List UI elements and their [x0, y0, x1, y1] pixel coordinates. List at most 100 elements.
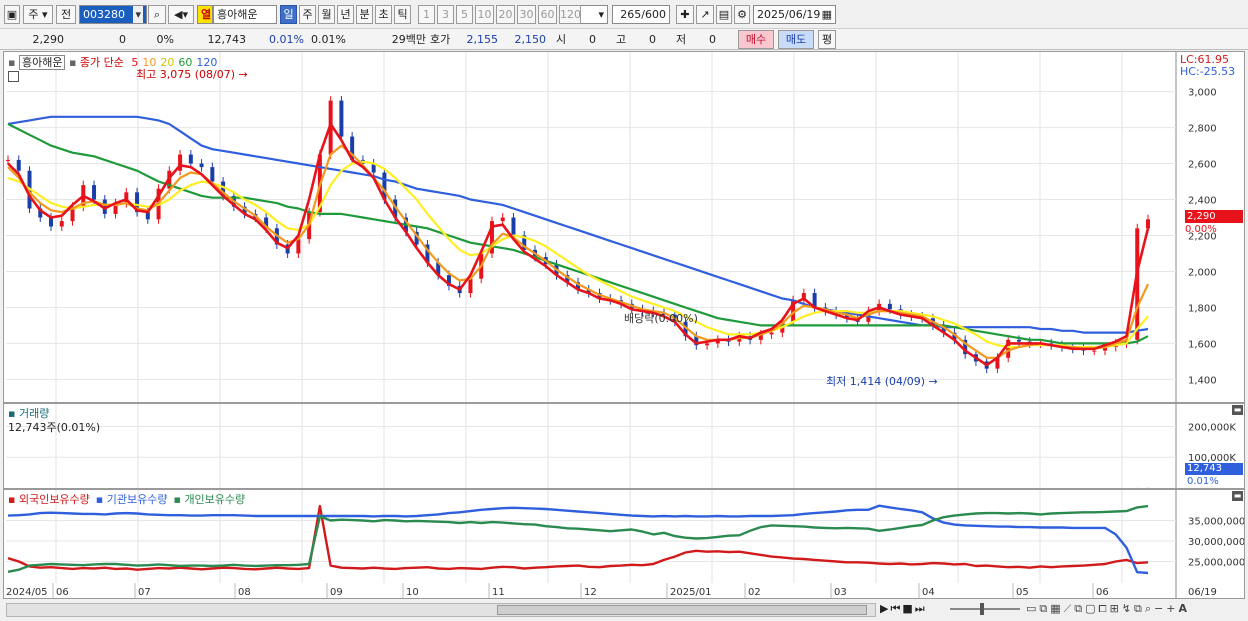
line-icon[interactable]: ⟋ — [1064, 602, 1075, 615]
x-tick-label: 09 — [330, 587, 343, 598]
volume-readout: 12,743주(0.01%) — [8, 421, 101, 434]
interval-button[interactable]: 1 — [418, 5, 435, 24]
draw-tool-icon[interactable]: ↗ — [696, 5, 714, 24]
candle-body — [6, 159, 10, 161]
candle-body — [188, 154, 193, 164]
buy-button[interactable]: 매수 — [738, 30, 774, 49]
rewind-icon[interactable]: ⏮ — [890, 602, 902, 615]
ma-legend-prefix: 종가 단순 — [79, 56, 124, 69]
volume-tag: 12,743 — [1185, 463, 1243, 475]
group-tag[interactable]: 열 — [197, 5, 213, 24]
x-tick-label: 10 — [406, 587, 419, 598]
holdings-legend-item[interactable]: ▪ 기관보유수량 — [96, 493, 168, 506]
bottom-nav-bar: ▶⏮■⏭ ▭⧉▦⟋⧉▢⧠⊞↯⧉⌕−+A — [0, 600, 1248, 621]
price-change-pct: 0% — [156, 33, 174, 46]
price-tick-label: 2,600 — [1188, 160, 1217, 171]
period-button[interactable]: 년 — [337, 5, 354, 24]
vertical-gridlines — [55, 404, 1123, 488]
text-icon[interactable]: A — [1178, 602, 1190, 615]
high-label: 고 — [616, 33, 627, 46]
x-tick-label: 06/19 — [1188, 587, 1217, 598]
trade-amount: 29백만 — [391, 33, 426, 46]
average-button[interactable]: 평 — [818, 30, 836, 49]
scrollbar-thumb[interactable] — [497, 605, 867, 615]
open-value: 0 — [589, 33, 596, 46]
candle-body — [59, 221, 64, 227]
copy-icon[interactable]: ⧉ — [1039, 602, 1050, 615]
date-input[interactable]: 2025/06/19 ▦ — [753, 5, 836, 24]
quote-bar: 2,290 0 0% 12,743 0.01% 0.01% 29백만 호가 2,… — [0, 29, 1248, 50]
window-icon[interactable]: ▣ — [4, 5, 20, 24]
candle-body — [500, 217, 505, 222]
forward-icon[interactable]: ⏭ — [915, 602, 927, 615]
holdings-legend-item[interactable]: ▪ 외국인보유수량 — [8, 493, 90, 506]
window-icon[interactable]: ▢ — [1085, 602, 1098, 615]
x-tick-label: 12 — [584, 587, 597, 598]
candle-body — [339, 100, 344, 137]
price-chart-panel[interactable]: 3,000 2,800 2,600 2,400 2,200 2,000 1,800 1,600… — [3, 51, 1245, 403]
minimize-icon[interactable]: ▬ — [1232, 491, 1243, 501]
holdings-tick-label: 35,000,000 — [1188, 517, 1244, 528]
candle-body — [296, 239, 301, 254]
search-icon[interactable]: ⌕ — [148, 5, 166, 24]
candle-body — [210, 167, 215, 182]
scrollbar[interactable] — [6, 603, 876, 617]
volume-chart-panel[interactable]: 200,000K 100,000K ▪ 거래량 12,743주(0.01%) ▬ … — [3, 403, 1245, 489]
period-button[interactable]: 주 — [299, 5, 316, 24]
candle-body — [1016, 339, 1021, 342]
grid-icon[interactable]: ▦ — [1050, 602, 1063, 615]
zoom-slider[interactable] — [950, 603, 1020, 615]
save-icon[interactable]: ▤ — [716, 5, 732, 24]
split-icon[interactable]: ⧉ — [1134, 602, 1145, 615]
layout-icon[interactable]: ▭ — [1026, 602, 1039, 615]
open-label: 시 — [556, 33, 567, 46]
period-button[interactable]: 월 — [318, 5, 335, 24]
interval-button[interactable]: 3 — [437, 5, 454, 24]
zoom-icon[interactable]: ⌕ — [1145, 602, 1154, 615]
count-input[interactable]: 265/600 — [612, 5, 670, 24]
volume-value: 12,743 — [207, 33, 247, 46]
interval-button[interactable]: 20 — [496, 5, 515, 24]
minus-icon[interactable]: − — [1154, 602, 1166, 615]
interval-button[interactable]: 10 — [475, 5, 494, 24]
stop-icon[interactable]: ■ — [902, 602, 914, 615]
holdings-chart-panel[interactable]: 35,000,000 30,000,000 25,000,000 ▪ 외국인보유수량… — [3, 489, 1245, 584]
all-button[interactable]: 전 — [56, 5, 76, 24]
trend-icon[interactable]: ↯ — [1122, 602, 1134, 615]
holdings-tick-label: 30,000,000 — [1188, 537, 1244, 548]
candle-body — [16, 159, 21, 171]
price-tick-label: 2,800 — [1188, 124, 1217, 135]
market-select[interactable]: 주 ▾ — [23, 5, 53, 24]
candle-body — [769, 332, 774, 335]
chart-icon[interactable]: ⧠ — [1099, 602, 1110, 615]
period-button[interactable]: 분 — [356, 5, 373, 24]
play-icon[interactable]: ▶ — [880, 602, 890, 615]
holdings-legend-item[interactable]: ▪ 개인보유수량 — [173, 493, 245, 506]
period-button[interactable]: 일 — [280, 5, 297, 24]
link-icon[interactable]: ⧉ — [1074, 602, 1085, 615]
crosshair-icon[interactable]: ✚ — [676, 5, 694, 24]
price-tick-label: 1,800 — [1188, 303, 1217, 314]
sell-button[interactable]: 매도 — [778, 30, 814, 49]
plus-icon[interactable]: + — [1166, 602, 1178, 615]
x-tick-label: 05 — [1016, 587, 1029, 598]
holdings-line — [7, 504, 1149, 575]
view-tools: ▭⧉▦⟋⧉▢⧠⊞↯⧉⌕−+A — [1026, 602, 1190, 616]
stock-code-input[interactable]: 003280 ▾ — [79, 5, 147, 24]
gear-icon[interactable]: ⚙ — [734, 5, 750, 24]
period-button[interactable]: 틱 — [394, 5, 411, 24]
candle-body — [199, 163, 204, 168]
x-axis: 2024/05 06 07 08 09 10 11 12 2025/01 02 03 04 05 06 06… — [3, 583, 1245, 599]
interval-button[interactable]: 60 — [538, 5, 557, 24]
interval-button[interactable]: 5 — [456, 5, 473, 24]
interval-button[interactable]: 120 — [559, 5, 581, 24]
period-button[interactable]: 초 — [375, 5, 392, 24]
interval-button[interactable]: 30 — [517, 5, 536, 24]
candle-body — [1092, 350, 1097, 352]
minimize-icon[interactable]: ▬ — [1232, 405, 1243, 415]
speaker-icon[interactable]: ◀▾ — [168, 5, 194, 24]
table-icon[interactable] — [8, 71, 19, 85]
stack-icon[interactable]: ⊞ — [1110, 602, 1122, 615]
high-value: 0 — [649, 33, 656, 46]
holdings-legend: ▪ 외국인보유수량 ▪ 기관보유수량 ▪ 개인보유수량 — [8, 491, 251, 507]
